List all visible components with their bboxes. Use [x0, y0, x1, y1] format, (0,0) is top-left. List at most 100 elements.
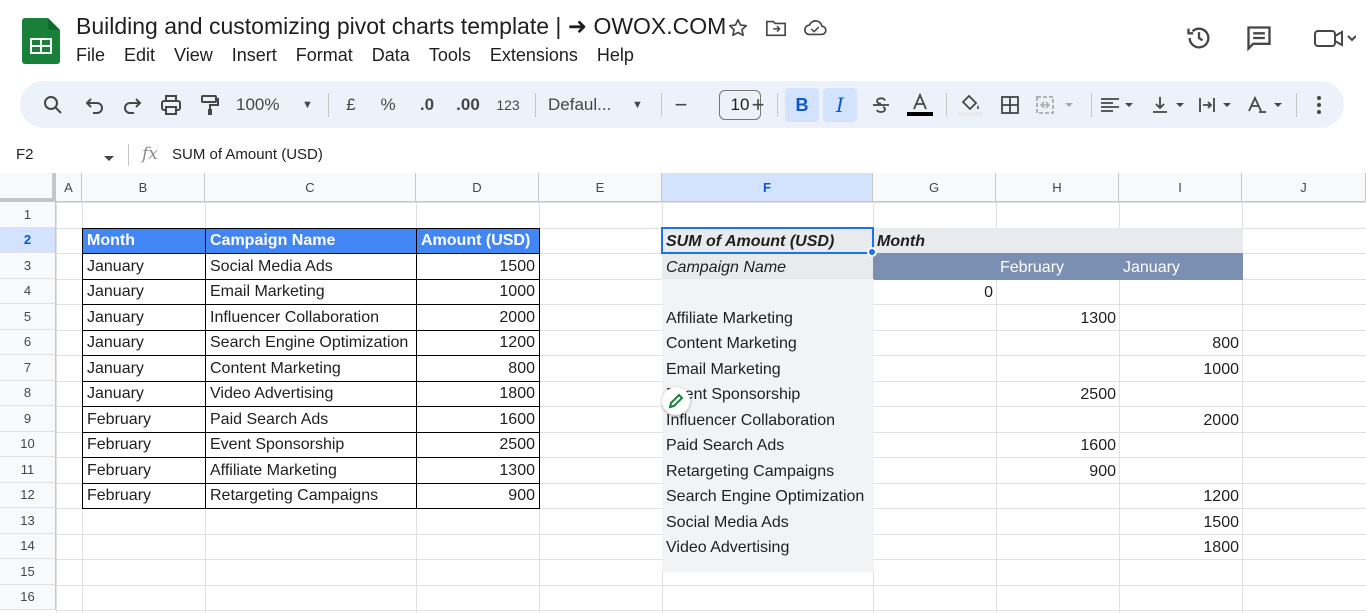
menu-view[interactable]: View	[174, 45, 223, 66]
menu-file[interactable]: File	[76, 45, 115, 66]
pivot-value-february[interactable]	[996, 534, 1120, 561]
pivot-row-label[interactable]: Influencer Collaboration	[662, 406, 874, 433]
chevron-down-icon[interactable]	[103, 150, 115, 168]
column-header-g[interactable]: G	[873, 173, 996, 202]
format-percent-button[interactable]: %	[375, 88, 401, 122]
source-data-cell[interactable]: Retargeting Campaigns	[205, 482, 417, 509]
source-data-cell[interactable]: January	[82, 278, 206, 305]
column-header-b[interactable]: B	[82, 173, 205, 202]
source-data-cell[interactable]: February	[82, 482, 206, 509]
source-data-cell[interactable]: February	[82, 457, 206, 484]
row-header-11[interactable]: 11	[0, 457, 56, 483]
document-title[interactable]: Building and customizing pivot charts te…	[76, 13, 726, 40]
source-data-cell[interactable]: Affiliate Marketing	[205, 457, 417, 484]
source-data-cell[interactable]: January	[82, 329, 206, 356]
pivot-value-february[interactable]: 2500	[996, 381, 1120, 408]
source-data-cell[interactable]: Event Sponsorship	[205, 431, 417, 458]
meet-video-icon[interactable]	[1309, 22, 1359, 54]
horizontal-align-icon[interactable]	[1098, 88, 1138, 122]
pivot-value-january[interactable]: 2000	[1119, 406, 1243, 433]
source-data-cell[interactable]: 2500	[416, 431, 540, 458]
source-data-cell[interactable]: Video Advertising	[205, 380, 417, 407]
pivot-row-label[interactable]: Affiliate Marketing	[662, 304, 874, 331]
edit-pivot-pencil-icon[interactable]	[662, 387, 690, 415]
row-header-13[interactable]: 13	[0, 508, 56, 534]
row-header-14[interactable]: 14	[0, 533, 56, 559]
cloud-status-icon[interactable]	[802, 15, 828, 41]
row-header-4[interactable]: 4	[0, 278, 56, 304]
decrease-decimal-button[interactable]: .0	[412, 88, 442, 122]
source-data-cell[interactable]: January	[82, 355, 206, 382]
pivot-row-label[interactable]: Content Marketing	[662, 329, 874, 356]
italic-button[interactable]: I	[823, 88, 857, 122]
column-header-c[interactable]: C	[205, 173, 416, 202]
source-data-cell[interactable]: Social Media Ads	[205, 253, 417, 280]
menu-extensions[interactable]: Extensions	[490, 45, 588, 66]
more-options-icon[interactable]	[1306, 88, 1332, 122]
source-data-cell[interactable]: Paid Search Ads	[205, 406, 417, 433]
search-menus-icon[interactable]	[38, 88, 68, 122]
pivot-value-february[interactable]	[996, 483, 1120, 510]
version-history-icon[interactable]	[1183, 22, 1215, 54]
source-data-cell[interactable]: February	[82, 431, 206, 458]
star-icon[interactable]	[725, 15, 751, 41]
menu-tools[interactable]: Tools	[429, 45, 481, 66]
increase-decimal-button[interactable]: .00	[452, 88, 484, 122]
row-header-12[interactable]: 12	[0, 482, 56, 508]
source-data-cell[interactable]: 1500	[416, 253, 540, 280]
pivot-value-january[interactable]: 1200	[1119, 483, 1243, 510]
column-header-j[interactable]: J	[1242, 173, 1366, 202]
format-currency-button[interactable]: £	[338, 88, 364, 122]
pivot-row-label[interactable]: Social Media Ads	[662, 508, 874, 535]
source-data-cell[interactable]: 1000	[416, 278, 540, 305]
source-data-cell[interactable]: 1800	[416, 380, 540, 407]
source-data-cell[interactable]: 2000	[416, 304, 540, 331]
sheets-logo-icon[interactable]	[22, 18, 60, 64]
source-data-cell[interactable]: Email Marketing	[205, 278, 417, 305]
vertical-align-icon[interactable]	[1149, 88, 1189, 122]
name-box[interactable]: F2	[16, 146, 34, 163]
pivot-value-february[interactable]	[996, 508, 1120, 535]
row-header-6[interactable]: 6	[0, 329, 56, 355]
more-formats-button[interactable]: 123	[492, 88, 524, 122]
strikethrough-icon[interactable]	[866, 88, 896, 122]
fill-handle[interactable]	[867, 247, 877, 257]
row-header-9[interactable]: 9	[0, 406, 56, 432]
column-header-i[interactable]: I	[1119, 173, 1242, 202]
source-data-cell[interactable]: Search Engine Optimization	[205, 329, 417, 356]
menu-help[interactable]: Help	[597, 45, 644, 66]
pivot-row-label[interactable]: Event Sponsorship	[662, 380, 874, 407]
source-header-cell[interactable]: Amount (USD)	[416, 227, 540, 254]
pivot-value-february[interactable]: 1600	[996, 432, 1120, 459]
pivot-header-blank[interactable]	[1119, 227, 1243, 254]
row-header-8[interactable]: 8	[0, 380, 56, 406]
source-data-cell[interactable]: 1600	[416, 406, 540, 433]
pivot-value-february[interactable]	[996, 330, 1120, 357]
formula-input[interactable]: SUM of Amount (USD)	[172, 146, 323, 163]
row-header-16[interactable]: 16	[0, 584, 56, 610]
pivot-row-label[interactable]: Email Marketing	[662, 355, 874, 382]
pivot-row-label[interactable]: Video Advertising	[662, 533, 874, 560]
pivot-row-label[interactable]: Retargeting Campaigns	[662, 457, 874, 484]
source-data-cell[interactable]: 800	[416, 355, 540, 382]
source-data-cell[interactable]: Content Marketing	[205, 355, 417, 382]
fill-color-icon[interactable]	[954, 88, 986, 122]
pivot-value-january[interactable]	[1119, 304, 1243, 331]
merge-cells-icon[interactable]	[1033, 88, 1083, 122]
text-color-icon[interactable]	[904, 88, 936, 122]
print-icon[interactable]	[156, 88, 186, 122]
pivot-col-header-january[interactable]: January	[1119, 253, 1243, 280]
menu-format[interactable]: Format	[296, 45, 363, 66]
row-header-2[interactable]: 2	[0, 227, 56, 253]
row-header-15[interactable]: 15	[0, 559, 56, 585]
pivot-value-january[interactable]	[1119, 457, 1243, 484]
pivot-col-header-february[interactable]: February	[996, 253, 1120, 280]
move-to-folder-icon[interactable]	[763, 15, 789, 41]
pivot-row-label-blank[interactable]	[662, 278, 874, 305]
source-header-cell[interactable]: Campaign Name	[205, 227, 417, 254]
select-all-corner[interactable]	[0, 173, 56, 202]
pivot-value-february[interactable]	[996, 355, 1120, 382]
paint-format-icon[interactable]	[195, 88, 225, 122]
pivot-value-february[interactable]: 1300	[996, 304, 1120, 331]
undo-icon[interactable]	[80, 88, 110, 122]
